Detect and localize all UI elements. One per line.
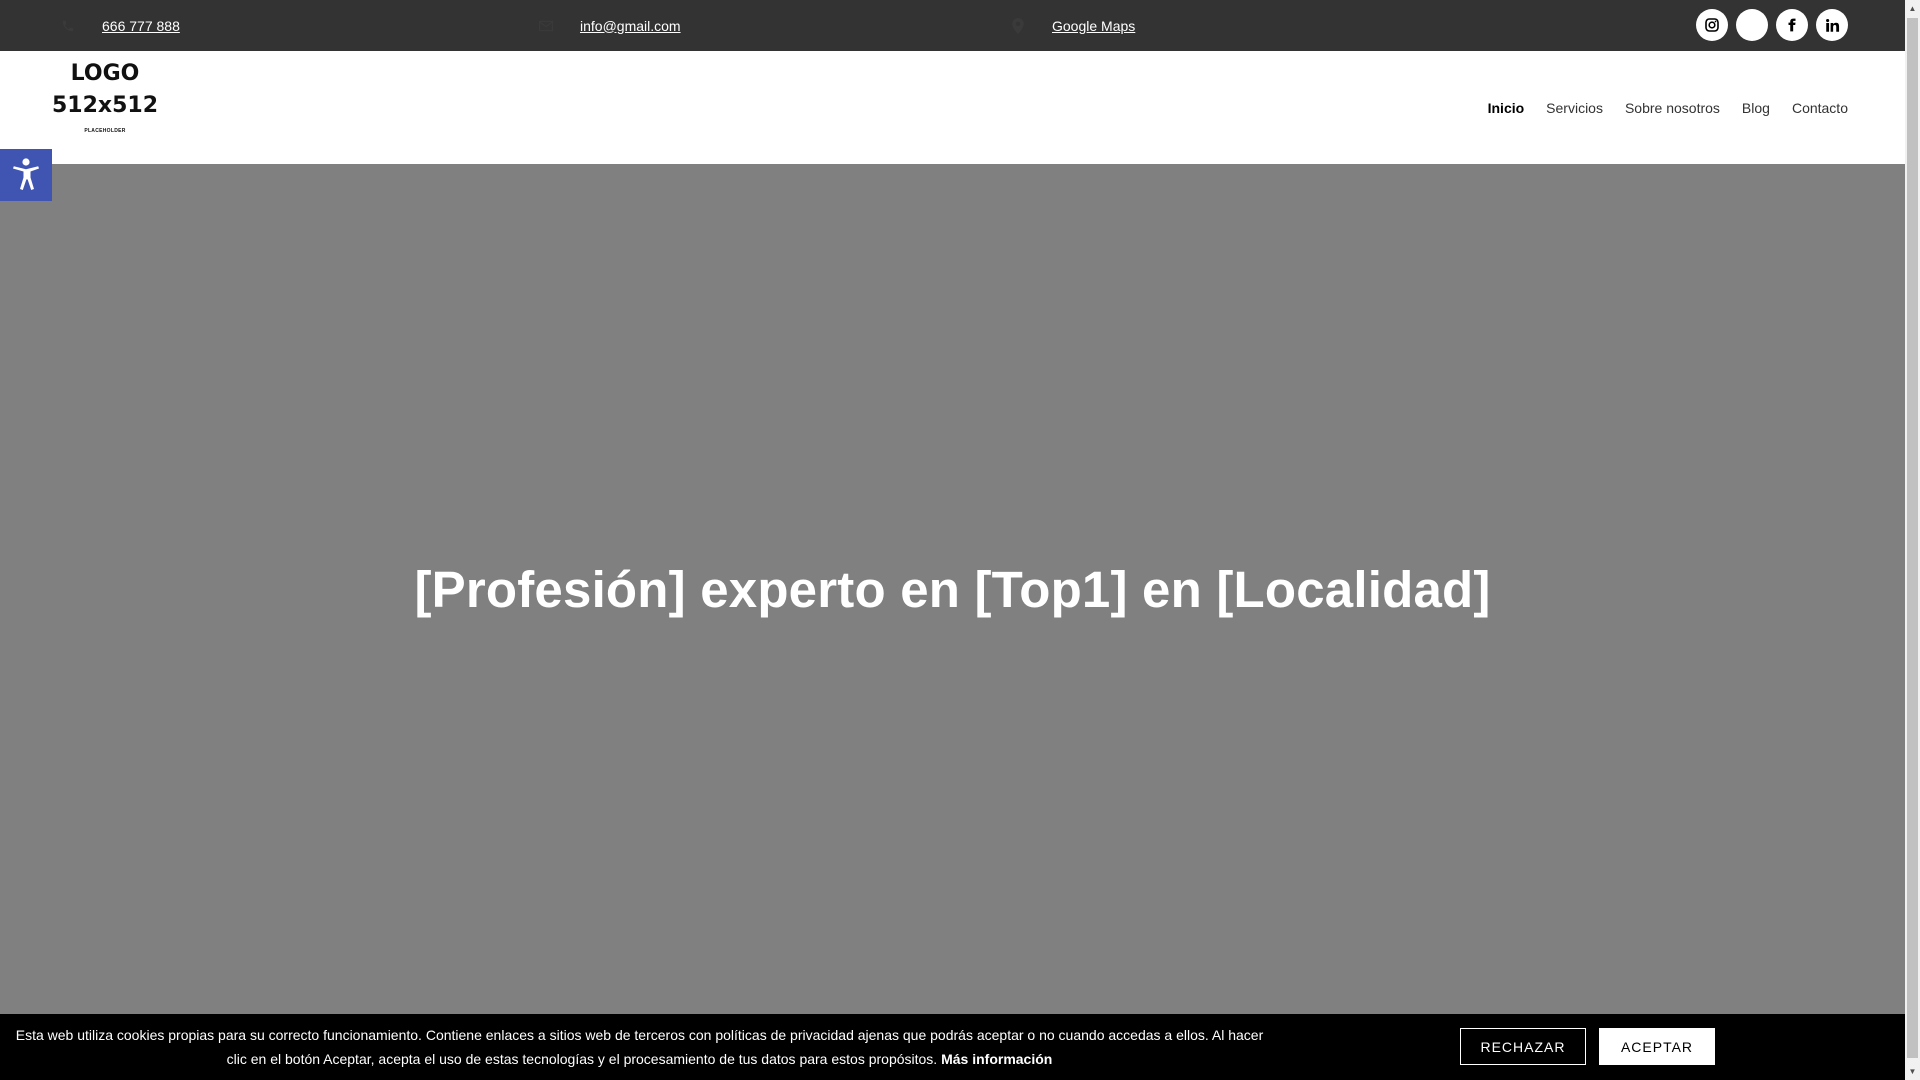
page: 666 777 888 info@gmail.com Google Maps L… [0,0,1905,1080]
logo-text-line3: PLACEHOLDER [84,128,126,134]
nav-item-inicio[interactable]: Inicio [1488,100,1525,116]
accept-button[interactable]: ACEPTAR [1599,1028,1715,1065]
site-logo[interactable]: LOGO 512x512 PLACEHOLDER [50,58,160,148]
logo-text-line2: 512x512 [51,93,159,118]
facebook-icon[interactable] [1776,9,1808,41]
instagram-icon[interactable] [1696,9,1728,41]
linkedin-icon[interactable] [1816,9,1848,41]
cookie-text: Esta web utiliza cookies propias para su… [15,1027,1264,1067]
social-links [1696,9,1848,41]
scroll-up-icon[interactable]: ▲ [1905,0,1920,17]
scrollbar-thumb[interactable] [1907,18,1918,1058]
nav-item-servicios[interactable]: Servicios [1546,100,1603,116]
contact-phone: 666 777 888 [60,0,180,51]
nav-item-contacto[interactable]: Contacto [1792,100,1848,116]
google-maps-link[interactable]: Google Maps [1052,18,1135,34]
mail-icon [538,18,554,34]
more-info-link[interactable]: Más información [941,1051,1052,1067]
accessibility-toggle-button[interactable] [0,149,52,201]
email-link[interactable]: info@gmail.com [580,18,681,34]
phone-link[interactable]: 666 777 888 [102,18,180,34]
hero-title: [Profesión] experto en [Top1] en [Locali… [414,561,1491,618]
scroll-down-icon[interactable]: ▼ [1905,1063,1920,1080]
map-pin-icon [1010,17,1026,34]
hero-section: [Profesión] experto en [Top1] en [Locali… [0,164,1905,1080]
nav-item-blog[interactable]: Blog [1742,100,1770,116]
cookie-banner: Esta web utiliza cookies propias para su… [0,1014,1905,1080]
logo-text-line1: LOGO [70,61,140,86]
twitter-icon[interactable] [1736,9,1768,41]
accessibility-icon [13,158,39,190]
reject-button[interactable]: RECHAZAR [1460,1028,1586,1065]
site-header: LOGO 512x512 PLACEHOLDER Inicio Servicio… [0,51,1905,164]
main-navigation: Inicio Servicios Sobre nosotros Blog Con… [1488,51,1848,164]
contact-map: Google Maps [1010,0,1135,51]
top-contact-bar: 666 777 888 info@gmail.com Google Maps [0,0,1905,51]
cookie-text-block: Esta web utiliza cookies propias para su… [8,1023,1271,1071]
phone-icon [60,18,76,34]
contact-email: info@gmail.com [538,0,681,51]
page-scrollbar[interactable]: ▲ ▼ [1905,0,1920,1080]
nav-item-sobre-nosotros[interactable]: Sobre nosotros [1625,100,1720,116]
